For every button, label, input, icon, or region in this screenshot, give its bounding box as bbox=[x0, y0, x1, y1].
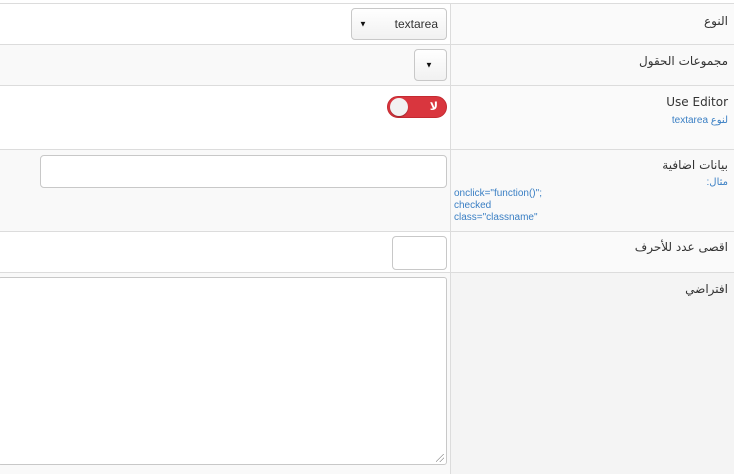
extra-data-input[interactable] bbox=[40, 155, 447, 188]
label-cell: مجموعات الحقول bbox=[450, 45, 734, 85]
type-select[interactable]: ▼ textarea bbox=[351, 8, 447, 40]
field-groups-label: مجموعات الحقول bbox=[639, 54, 728, 68]
label-cell: اقصى عدد للأحرف bbox=[450, 232, 734, 272]
use-editor-label: Use Editor bbox=[666, 95, 728, 109]
label-cell: افتراضي bbox=[450, 273, 734, 474]
max-chars-label: اقصى عدد للأحرف bbox=[634, 240, 728, 254]
use-editor-toggle[interactable]: لا bbox=[387, 96, 447, 118]
extra-data-example: onclick="function()"; checked class="cla… bbox=[454, 188, 542, 223]
type-label: النوع bbox=[704, 14, 728, 28]
type-select-value: textarea bbox=[394, 17, 438, 31]
row-extra-data: بيانات اضافية مثال: onclick="function()"… bbox=[0, 150, 734, 232]
row-max-chars: اقصى عدد للأحرف bbox=[0, 232, 734, 273]
triangle-down-icon: ▼ bbox=[359, 19, 367, 29]
triangle-down-icon: ▼ bbox=[425, 60, 433, 70]
max-chars-input[interactable] bbox=[392, 236, 447, 270]
default-textarea[interactable] bbox=[0, 277, 447, 465]
toggle-knob bbox=[390, 98, 408, 116]
form-panel: النوع ▼ textarea مجموعات الحقول ▼ Use Ed… bbox=[0, 3, 734, 474]
use-editor-hint: لنوع textarea bbox=[671, 115, 728, 126]
row-type: النوع ▼ textarea bbox=[0, 4, 734, 45]
row-default: افتراضي bbox=[0, 273, 734, 474]
resize-grip-icon[interactable] bbox=[436, 454, 444, 462]
extra-data-label: بيانات اضافية bbox=[662, 158, 728, 172]
default-label: افتراضي bbox=[685, 282, 728, 296]
field-groups-select[interactable]: ▼ bbox=[414, 49, 447, 81]
label-cell: النوع bbox=[450, 4, 734, 44]
row-field-groups: مجموعات الحقول ▼ bbox=[0, 45, 734, 86]
extra-data-hint-title: مثال: bbox=[706, 177, 728, 188]
row-use-editor: Use Editor لنوع textarea لا bbox=[0, 86, 734, 150]
toggle-text: لا bbox=[429, 100, 438, 113]
label-cell: Use Editor لنوع textarea bbox=[450, 86, 734, 149]
